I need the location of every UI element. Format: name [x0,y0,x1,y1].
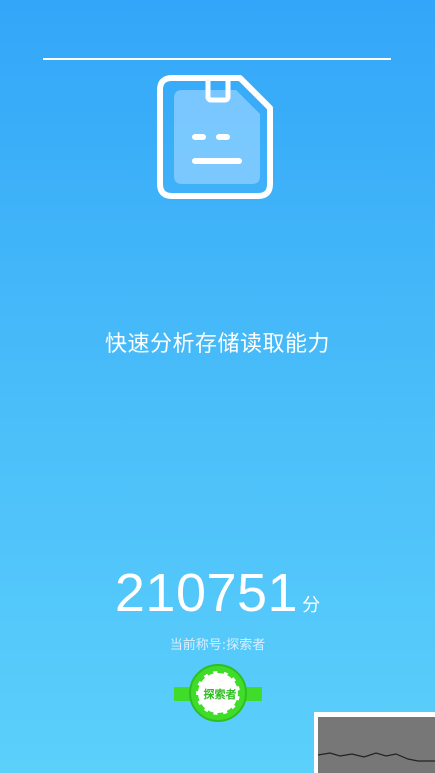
current-title-value: 探索者 [226,638,266,653]
floating-preview-thumbnail[interactable] [314,712,435,773]
top-divider [43,58,391,60]
score-value: 210751 [114,563,299,623]
score: 210751 分 [0,562,435,624]
score-unit: 分 [302,595,321,616]
title-badge[interactable]: 探索者 [174,662,262,724]
thumbnail-image [318,717,435,773]
headline: 快速分析存储读取能力 [104,332,330,357]
current-title: 当前称号:探索者 [0,634,435,653]
badge-text: 探索者 [203,688,237,701]
badge-seal: 探索者 [189,664,247,722]
current-title-label: 当前称号: [169,638,227,653]
badge-inner: 探索者 [196,671,240,715]
sd-card-icon [156,72,280,202]
